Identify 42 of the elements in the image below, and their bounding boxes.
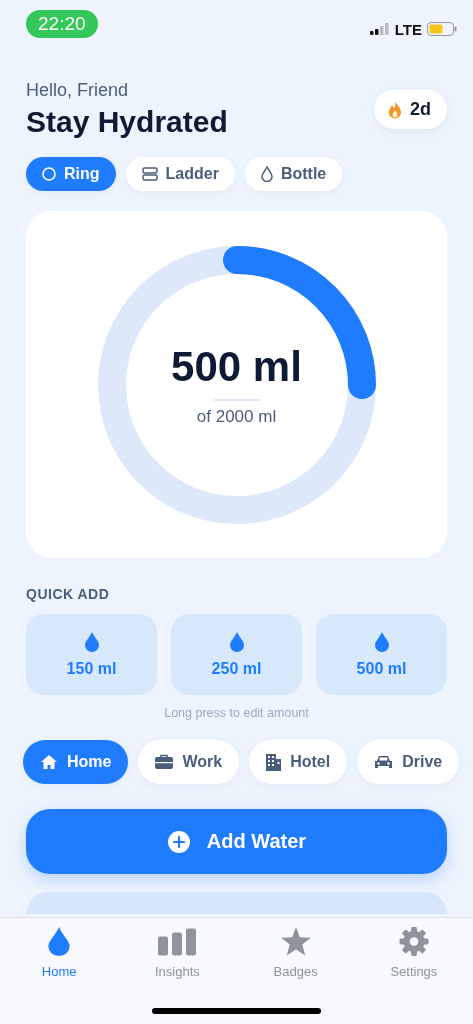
circle-icon [42, 167, 56, 181]
drop-icon [48, 927, 71, 956]
network-label: LTE [394, 20, 422, 38]
add-water-button[interactable]: Add Water [26, 809, 447, 874]
page-title: Stay Hydrated [26, 105, 228, 139]
house-icon [40, 754, 58, 770]
view-mode-tab[interactable]: Ring [26, 157, 116, 191]
rows-icon [141, 167, 158, 181]
quick-add-button[interactable]: 500 ml [316, 614, 447, 695]
building-icon [266, 753, 282, 771]
car-icon [374, 754, 394, 770]
location-chip[interactable]: Work [138, 740, 240, 784]
tab-bar-item[interactable]: Home [0, 918, 119, 980]
drop-icon [84, 631, 99, 652]
greeting: Hello, Friend [26, 80, 130, 101]
plus-icon [166, 829, 191, 854]
signal-icon [369, 23, 390, 35]
goal-text: of 2000 ml [196, 406, 277, 427]
hint-text: Long press to edit amount [163, 706, 310, 720]
battery-icon [427, 22, 457, 36]
star-icon [279, 927, 312, 956]
tab-bar-item[interactable]: Badges [236, 918, 355, 980]
location-chip[interactable]: Home [23, 740, 129, 784]
view-mode-tab[interactable]: Bottle [244, 157, 343, 191]
drop-icon [374, 631, 389, 652]
quick-add-button[interactable]: 150 ml [26, 614, 157, 695]
drop-icon [260, 166, 273, 182]
intake-amount: 500 ml [171, 342, 302, 391]
quick-add-button[interactable]: 250 ml [171, 614, 302, 695]
tab-bar-item[interactable]: Insights [118, 918, 237, 980]
view-mode-tab[interactable]: Ladder [125, 157, 235, 191]
tab-bar-item[interactable]: Settings [354, 918, 473, 980]
drop-icon [229, 631, 244, 652]
clock-time: 22:20 [26, 10, 98, 38]
settings-icon [398, 927, 429, 956]
bar-chart-icon [158, 927, 197, 956]
briefcase-icon [155, 754, 174, 770]
flame-icon [388, 100, 402, 119]
section-title: QUICK ADD [26, 586, 111, 602]
location-chip[interactable]: Hotel [249, 740, 348, 784]
streak-count: 2d [410, 99, 431, 120]
location-chip[interactable]: Drive [357, 740, 460, 784]
